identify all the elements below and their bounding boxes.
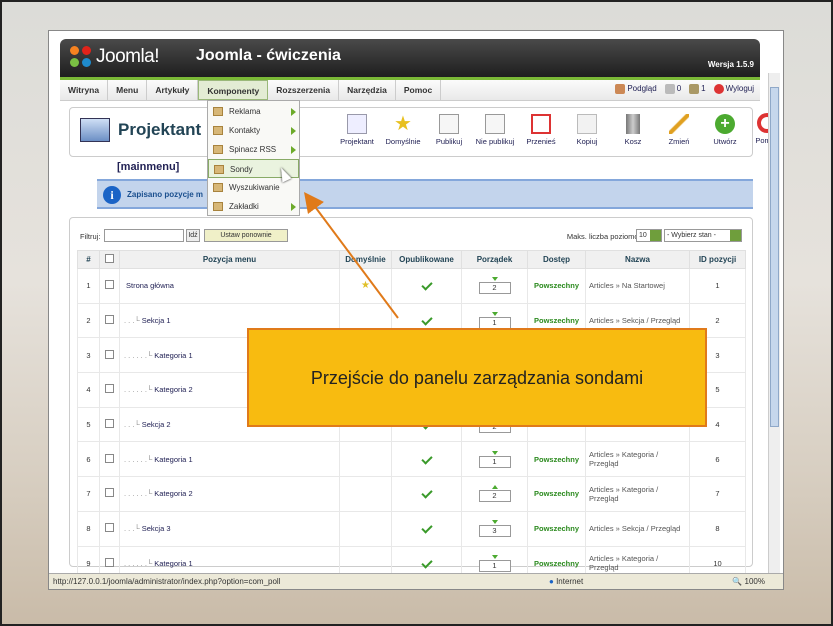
callout-arrow — [304, 191, 399, 319]
instruction-callout: Przejście do panelu zarządzania sondami — [247, 328, 707, 427]
callout-text: Przejście do panelu zarządzania sondami — [310, 368, 644, 388]
